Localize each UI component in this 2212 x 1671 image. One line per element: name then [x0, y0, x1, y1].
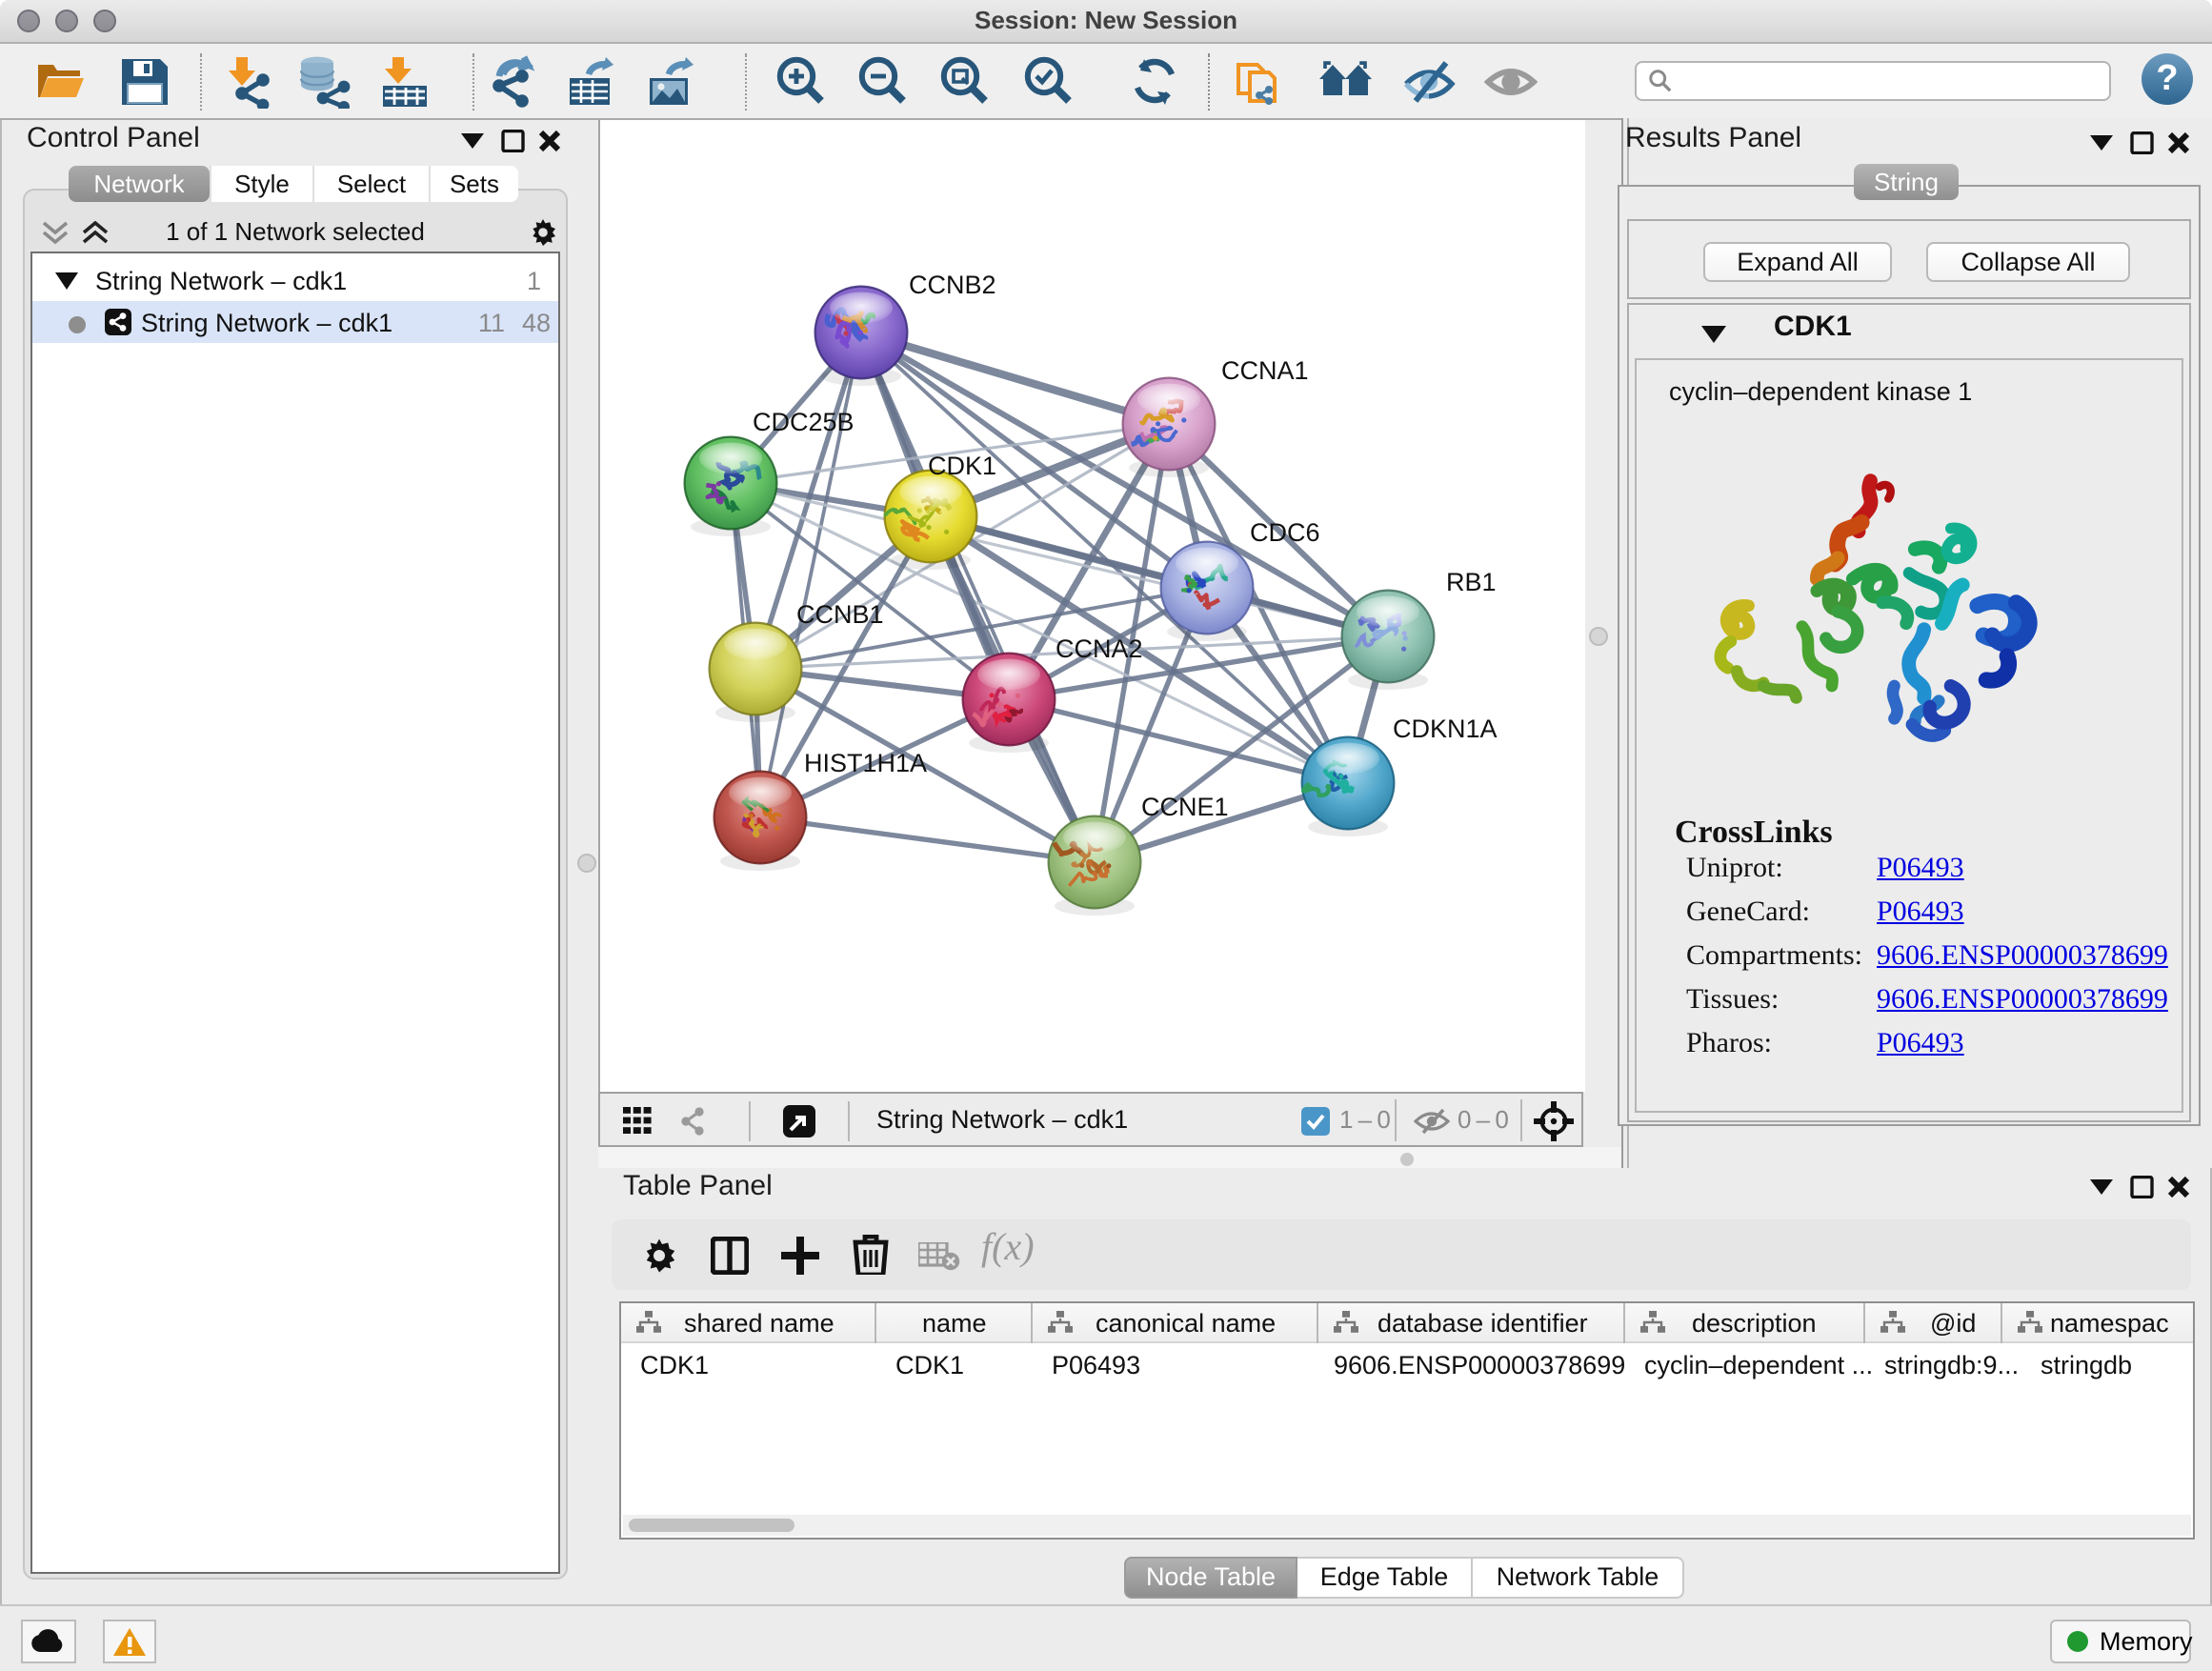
svg-text:CCNA1: CCNA1: [1221, 356, 1309, 385]
svg-text:CCNE1: CCNE1: [1141, 793, 1229, 821]
svg-text:CDC25B: CDC25B: [753, 408, 855, 436]
svg-text:CCNB1: CCNB1: [796, 600, 884, 629]
svg-text:CDK1: CDK1: [928, 452, 996, 480]
svg-text:CCNA2: CCNA2: [1056, 634, 1143, 663]
svg-text:RB1: RB1: [1446, 568, 1497, 596]
svg-text:CCNB2: CCNB2: [909, 271, 996, 299]
svg-text:CDKN1A: CDKN1A: [1393, 715, 1498, 743]
svg-text:CDC6: CDC6: [1250, 518, 1320, 547]
svg-text:HIST1H1A: HIST1H1A: [804, 749, 927, 777]
